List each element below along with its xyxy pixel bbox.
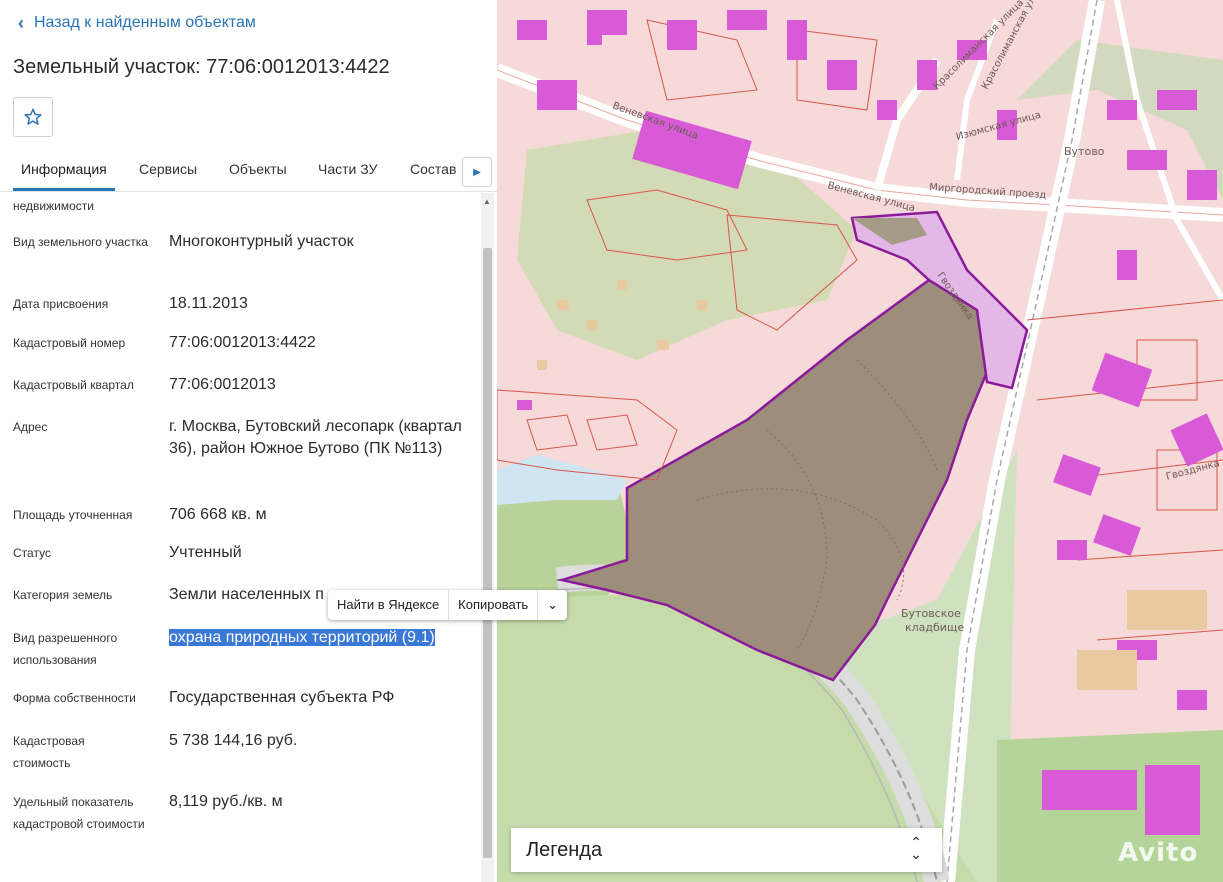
tab-parts[interactable]: Части ЗУ [318, 161, 377, 177]
field-value: Многоконтурный участок [169, 233, 354, 250]
map-view[interactable]: Веневская улица Веневская улица Миргород… [497, 0, 1223, 882]
tab-info[interactable]: Информация [21, 161, 107, 177]
scrollbar-thumb[interactable] [483, 248, 492, 858]
expand-collapse-icon: ⌃ ⌄ [910, 834, 922, 862]
tab-bar: Информация Сервисы Объекты Части ЗУ Сост… [0, 150, 497, 192]
field-label: Адрес [13, 420, 48, 434]
back-link-label: Назад к найденным объектам [34, 14, 256, 31]
field-label: Кадастровый квартал [13, 378, 134, 392]
field-value: Государственная субъекта РФ [169, 689, 395, 706]
scrollbar[interactable]: ▲ [481, 193, 494, 882]
page-title: Земельный участок: 77:06:0012013:4422 [13, 56, 390, 78]
star-icon [24, 108, 42, 125]
field-value: 5 738 144,16 руб. [169, 732, 298, 749]
tab-objects[interactable]: Объекты [229, 161, 287, 177]
field-label: Кадастровый номер [13, 336, 126, 350]
tab-services[interactable]: Сервисы [139, 161, 197, 177]
field-value: 77:06:0012013 [169, 376, 276, 393]
field-label: Форма собственности [13, 691, 136, 705]
cemetery-label: кладбище [905, 621, 964, 634]
selected-text: охрана природных территорий (9.1) [169, 629, 435, 646]
field-value: 18.11.2013 [169, 295, 248, 312]
copy-item[interactable]: Копировать [449, 590, 539, 620]
favorite-button[interactable] [13, 97, 53, 137]
scroll-up-icon[interactable]: ▲ [483, 197, 491, 206]
active-tab-indicator [13, 188, 115, 191]
legend-selector[interactable]: Легенда ⌃ ⌄ [511, 828, 942, 872]
field-value: г. Москва, Бутовский лесопарк (квартал 3… [169, 418, 462, 457]
field-value-selected[interactable]: охрана природных территорий (9.1) [169, 627, 464, 649]
context-menu: Найти в Яндексе Копировать ⌄ [328, 590, 568, 620]
cemetery-label: Бутовское [901, 607, 961, 620]
field-label: Статус [13, 546, 51, 560]
field-label: недвижимости [13, 199, 94, 213]
station-label: Бутово [1064, 145, 1105, 158]
map-canvas[interactable]: Веневская улица Веневская улица Миргород… [497, 0, 1223, 882]
info-panel: ‹ Назад к найденным объектам Земельный у… [0, 0, 497, 882]
tab-composition[interactable]: Состав [410, 161, 456, 177]
field-label: Удельный показатель кадастровой стоимост… [13, 795, 145, 831]
field-label: Дата присвоения [13, 297, 109, 311]
legend-label: Легенда [526, 838, 603, 861]
field-label: Категория земель [13, 588, 113, 602]
back-link[interactable]: ‹ Назад к найденным объектам [18, 14, 256, 32]
field-value: 706 668 кв. м [169, 506, 267, 523]
info-list: недвижимости Вид земельного участка Мног… [0, 193, 497, 882]
avito-watermark: Avito [1118, 838, 1199, 868]
chevron-left-icon: ‹ [18, 13, 24, 33]
search-yandex-item[interactable]: Найти в Яндексе [328, 590, 450, 620]
field-label: Площадь уточненная [13, 508, 133, 522]
field-label: Кадастровая стоимость [13, 734, 85, 770]
field-value: Учтенный [169, 544, 242, 561]
field-label: Вид разрешенного использования [13, 631, 118, 667]
chevron-right-icon: ▶ [473, 166, 481, 178]
more-options-button[interactable]: ⌄ [538, 590, 567, 620]
tabs-next-button[interactable]: ▶ [462, 157, 492, 187]
field-value: 8,119 руб./кв. м [169, 793, 283, 810]
field-value: 77:06:0012013:4422 [169, 334, 316, 351]
chevron-down-icon: ⌄ [547, 597, 559, 612]
field-label: Вид земельного участка [13, 235, 148, 249]
